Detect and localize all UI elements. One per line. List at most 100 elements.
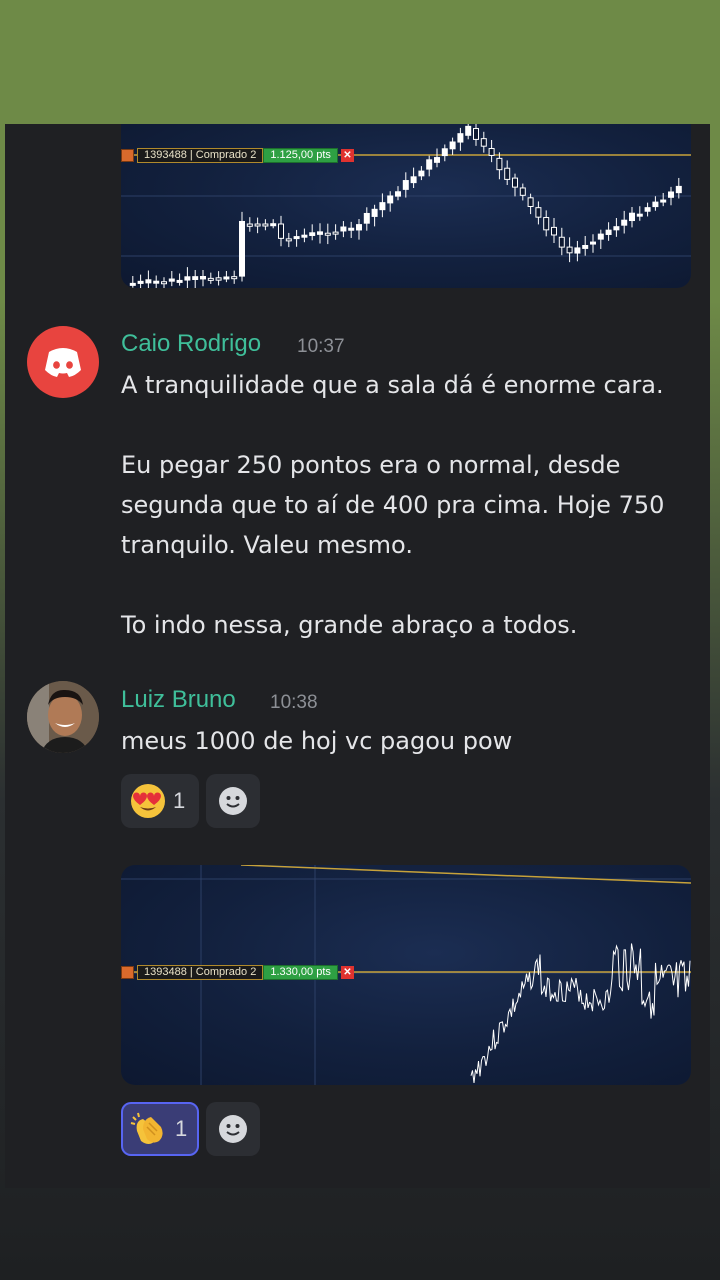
discord-logo-icon xyxy=(45,348,81,377)
candle-body xyxy=(644,207,651,212)
candle-body xyxy=(215,277,222,281)
candle-body xyxy=(324,232,331,236)
candle-body xyxy=(519,187,526,196)
chart-image-attachment[interactable]: 1393488 | Comprado 2 1.330,00 pts ✕ xyxy=(121,865,691,1085)
candle-body xyxy=(621,219,628,226)
candle-body xyxy=(176,279,183,283)
message-timestamp: 10:37 xyxy=(297,336,345,357)
candle-body xyxy=(636,213,643,217)
message-text: A tranquilidade que a sala dá é enorme c… xyxy=(121,371,665,639)
candle-body xyxy=(278,223,284,239)
candle-body xyxy=(262,223,269,227)
candle-body xyxy=(161,281,167,285)
message-text: meus 1000 de hoj vc pagou pow xyxy=(121,727,513,755)
avatar[interactable] xyxy=(27,326,99,398)
candle-body xyxy=(410,176,417,184)
candle-body xyxy=(566,246,573,254)
candle-body xyxy=(301,234,308,238)
candle-body xyxy=(348,227,355,231)
candle-body xyxy=(457,133,464,143)
candle-body xyxy=(527,197,534,208)
candle-body xyxy=(675,185,682,194)
chat-card: 1393488 | Comprado 2 1.125,00 pts ✕ Caio… xyxy=(5,124,710,1188)
candle-body xyxy=(137,280,144,284)
candle-body xyxy=(590,241,596,245)
candle-body xyxy=(387,195,394,204)
candle-body xyxy=(582,244,589,249)
candle-body xyxy=(145,279,152,284)
order-tag: 1393488 | Comprado 2 1.330,00 pts ✕ xyxy=(121,965,354,980)
candle-body xyxy=(652,201,659,208)
candle-body xyxy=(543,217,550,231)
candle-body xyxy=(597,233,604,240)
candle-body xyxy=(558,236,565,248)
clapping-hands-emoji-icon xyxy=(130,1112,163,1144)
heart-eyes-emoji-icon xyxy=(131,784,165,818)
reaction-count: 1 xyxy=(175,1116,188,1141)
candle-body xyxy=(402,180,409,190)
candle-body xyxy=(192,276,199,280)
candle-body xyxy=(332,231,339,235)
candle-body xyxy=(309,232,316,236)
candle-body xyxy=(285,238,292,242)
price-series xyxy=(470,943,691,1084)
candle-body xyxy=(660,199,667,203)
order-label: 1393488 | Comprado 2 xyxy=(137,148,264,163)
candle-body xyxy=(223,276,230,280)
smiley-add-icon xyxy=(219,787,247,815)
candle-body xyxy=(317,231,323,235)
candle-body xyxy=(441,148,448,157)
candle-body xyxy=(613,226,620,231)
message-author[interactable]: Caio Rodrigo xyxy=(121,330,261,358)
candle-body xyxy=(340,226,347,232)
chart-image-attachment[interactable]: 1393488 | Comprado 2 1.125,00 pts ✕ xyxy=(121,124,691,288)
trend-line xyxy=(240,865,691,884)
reaction-count: 1 xyxy=(173,788,186,813)
message-author[interactable]: Luiz Bruno xyxy=(121,686,236,714)
message-timestamp: 10:38 xyxy=(270,692,318,713)
smiley-add-icon xyxy=(219,1115,247,1143)
add-reaction-button[interactable] xyxy=(206,1102,260,1156)
candle-body xyxy=(168,278,175,282)
order-points: 1.125,00 pts xyxy=(263,148,338,163)
candle-body xyxy=(496,157,503,171)
candle-body xyxy=(184,276,191,281)
candle-body xyxy=(551,226,557,236)
candle-body xyxy=(668,191,674,198)
reaction-clapping-hands[interactable]: 1 xyxy=(121,1102,199,1156)
candle-body xyxy=(574,247,581,254)
candle-body xyxy=(449,141,456,150)
candle-body xyxy=(629,212,635,222)
user-photo xyxy=(27,681,99,753)
candle-body xyxy=(426,159,433,170)
close-order-icon[interactable]: ✕ xyxy=(340,966,354,979)
avatar[interactable] xyxy=(27,681,99,753)
candle-body xyxy=(434,157,440,163)
candle-body xyxy=(379,202,386,211)
candle-body xyxy=(480,138,487,147)
candle-body xyxy=(231,276,238,280)
order-label: 1393488 | Comprado 2 xyxy=(137,965,264,980)
candle-body xyxy=(270,223,277,227)
close-order-icon[interactable]: ✕ xyxy=(340,149,354,162)
candle-body xyxy=(207,277,214,281)
candle-body xyxy=(395,191,401,197)
candle-body xyxy=(504,167,511,180)
candle-body xyxy=(473,128,479,140)
candle-body xyxy=(153,280,160,284)
candle-body xyxy=(246,223,253,227)
candle-body xyxy=(363,212,370,224)
order-icon xyxy=(121,966,134,979)
reaction-heart-eyes[interactable]: 1 xyxy=(121,774,199,828)
candle-body xyxy=(418,170,425,177)
candle-body xyxy=(512,177,518,188)
candle-body xyxy=(605,229,612,235)
candle-body xyxy=(129,282,136,286)
candle-body xyxy=(254,223,261,227)
add-reaction-button[interactable] xyxy=(206,774,260,828)
order-icon xyxy=(121,149,134,162)
order-tag: 1393488 | Comprado 2 1.125,00 pts ✕ xyxy=(121,148,354,163)
order-points: 1.330,00 pts xyxy=(263,965,338,980)
candle-body xyxy=(371,208,378,217)
candle-body xyxy=(465,125,472,136)
